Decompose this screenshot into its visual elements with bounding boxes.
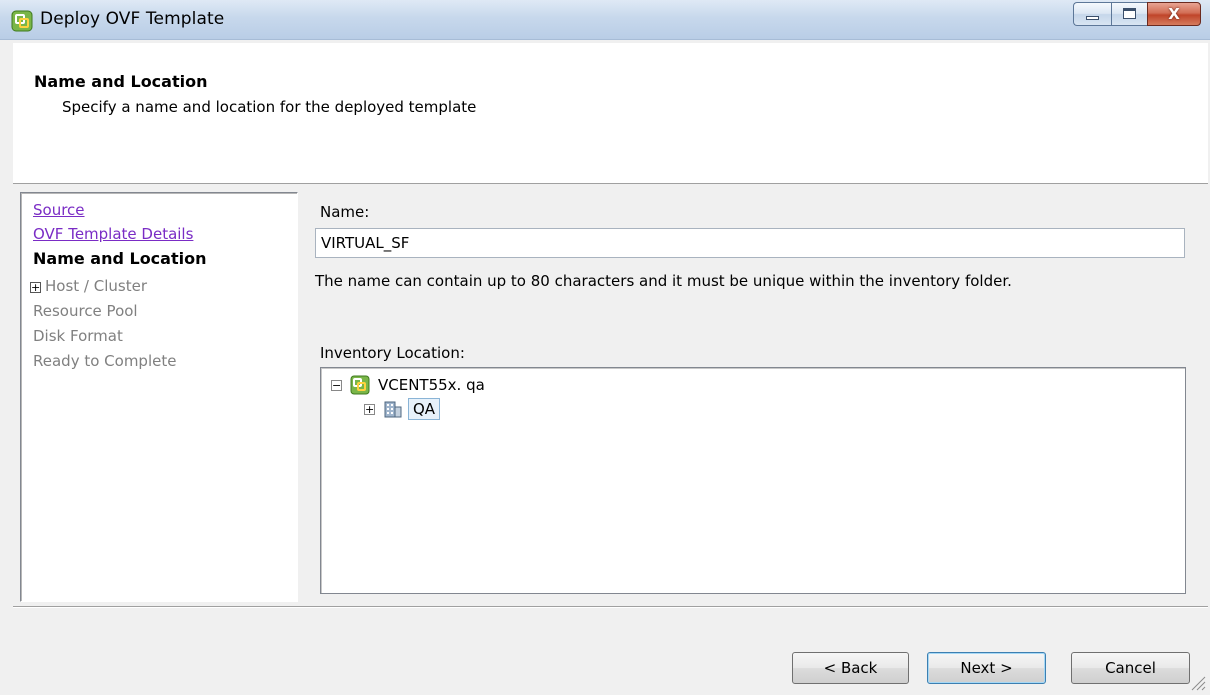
close-icon: X — [1168, 5, 1180, 23]
close-button[interactable]: X — [1147, 2, 1201, 26]
minimize-button[interactable] — [1073, 2, 1111, 26]
step-ovf-template-details[interactable]: OVF Template Details — [33, 225, 193, 243]
step-resource-pool: Resource Pool — [33, 302, 138, 320]
cancel-button[interactable]: Cancel — [1071, 652, 1190, 684]
wizard-steps-panel: Source OVF Template Details Name and Loc… — [20, 192, 298, 602]
wizard-header: Name and Location Specify a name and loc… — [13, 43, 1208, 184]
collapse-icon[interactable]: − — [331, 379, 342, 391]
window-title: Deploy OVF Template — [40, 9, 225, 29]
minimize-icon — [1086, 16, 1099, 20]
vsphere-app-icon — [11, 10, 33, 32]
name-hint: The name can contain up to 80 characters… — [315, 272, 1012, 290]
tree-node-vcenter-label: VCENT55x. qa — [378, 376, 485, 394]
deploy-ovf-window: Deploy OVF Template X Name and Location … — [0, 0, 1210, 695]
window-controls: X — [1073, 2, 1201, 26]
datacenter-icon — [384, 401, 402, 418]
vcenter-icon — [350, 375, 370, 395]
maximize-icon — [1123, 8, 1136, 19]
step-disk-format: Disk Format — [33, 327, 123, 345]
step-ready-to-complete: Ready to Complete — [33, 352, 177, 370]
tree-node-vcenter[interactable]: − VCENT55x. qa — [331, 375, 485, 395]
maximize-button[interactable] — [1111, 2, 1147, 26]
inventory-location-label: Inventory Location: — [320, 344, 465, 362]
name-input[interactable] — [315, 228, 1185, 258]
expand-icon[interactable]: + — [364, 403, 375, 415]
name-label: Name: — [320, 203, 370, 221]
title-bar[interactable]: Deploy OVF Template X — [0, 0, 1210, 40]
back-button[interactable]: < Back — [792, 652, 909, 684]
step-source[interactable]: Source — [33, 201, 85, 219]
next-button[interactable]: Next > — [927, 652, 1046, 684]
tree-node-qa[interactable]: + QA — [364, 398, 441, 420]
tree-node-qa-label: QA — [408, 398, 441, 420]
inventory-tree[interactable]: − VCENT55x. qa + QA — [320, 367, 1186, 594]
resize-grip-icon[interactable] — [1188, 673, 1206, 691]
expand-icon[interactable]: + — [30, 282, 41, 293]
step-name-and-location: Name and Location — [33, 249, 207, 268]
step-host-cluster: Host / Cluster — [45, 277, 147, 295]
page-title: Name and Location — [34, 72, 208, 91]
page-subtitle: Specify a name and location for the depl… — [62, 98, 477, 116]
footer-divider — [13, 606, 1208, 608]
